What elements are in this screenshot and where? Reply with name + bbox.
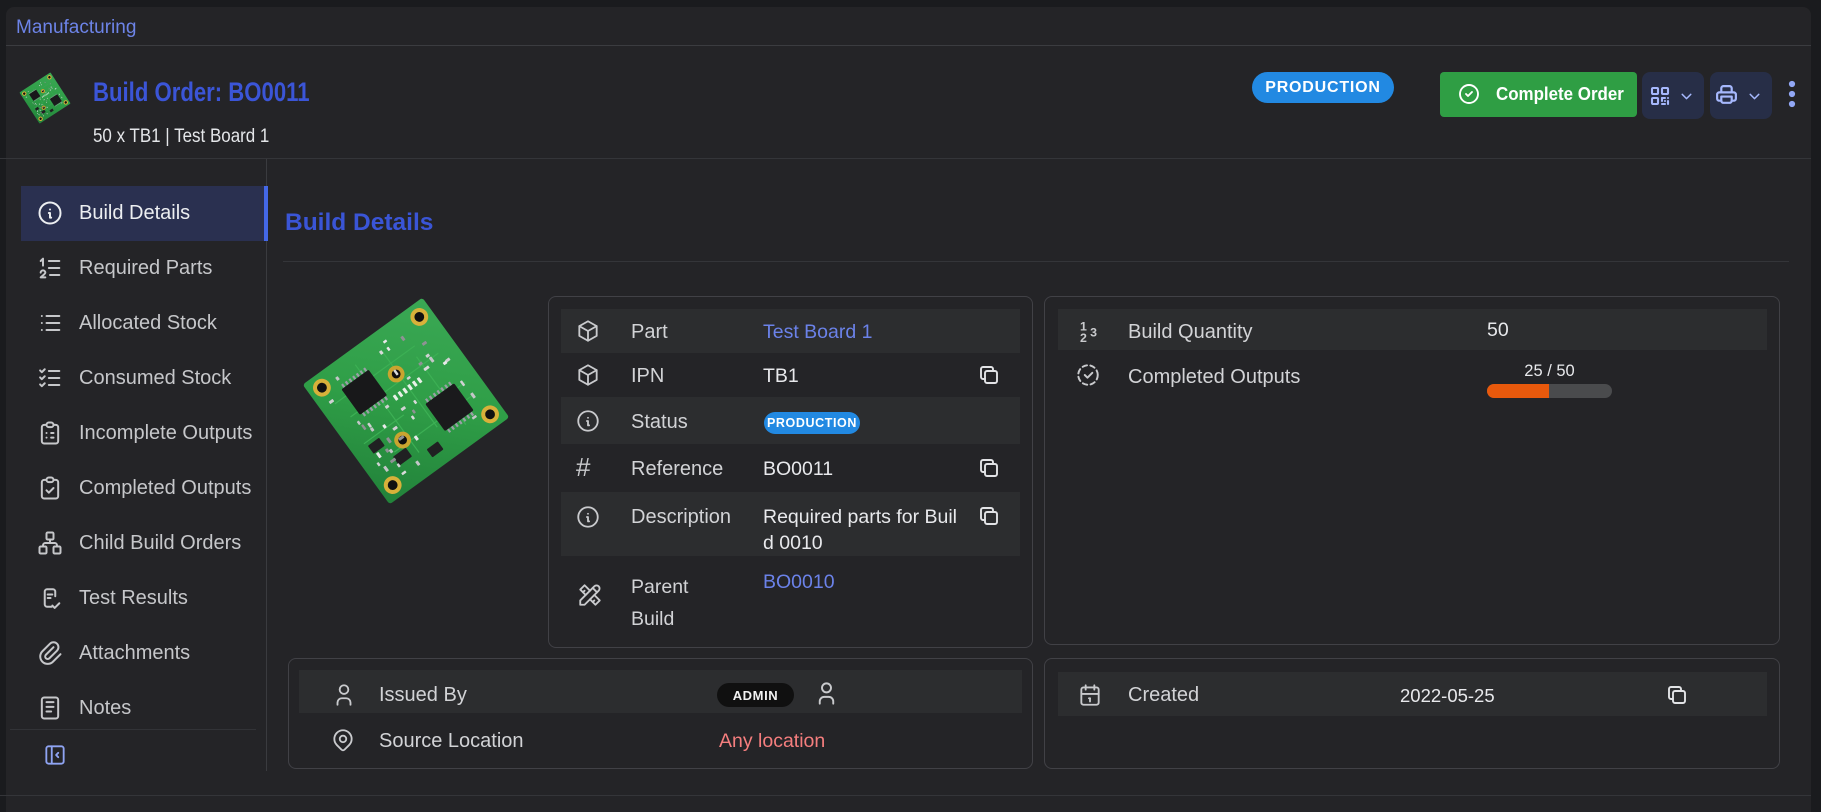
svg-text:3: 3 xyxy=(1090,326,1097,340)
svg-text:2: 2 xyxy=(1080,331,1087,345)
